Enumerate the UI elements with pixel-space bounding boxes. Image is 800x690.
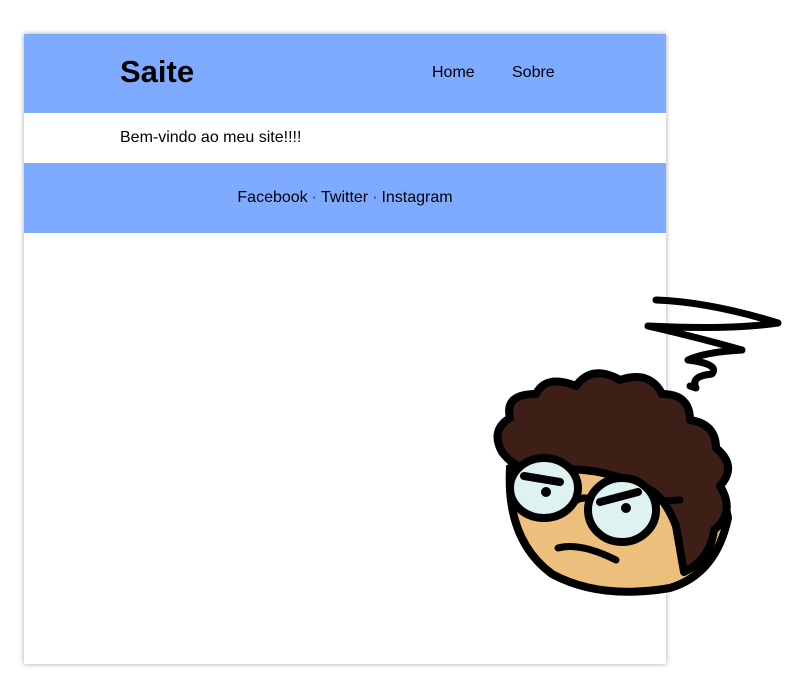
instagram-link[interactable]: Instagram	[381, 189, 452, 206]
footer-links: Facebook · Twitter · Instagram	[24, 188, 666, 207]
twitter-link[interactable]: Twitter	[321, 189, 368, 206]
welcome-text: Bem-vindo ao meu site!!!!	[120, 129, 302, 146]
nav-link-sobre[interactable]: Sobre	[512, 63, 555, 82]
nav-link-home[interactable]: Home	[432, 63, 475, 82]
site-title: Saite	[120, 54, 195, 89]
facebook-link[interactable]: Facebook	[237, 189, 307, 206]
annoyed-character-icon	[493, 296, 782, 596]
footer-separator: ·	[372, 189, 378, 206]
site-header: Saite Home Sobre	[24, 34, 666, 113]
left-pupil	[541, 487, 551, 497]
right-pupil	[621, 503, 631, 513]
scribble-mark	[644, 296, 782, 392]
site-footer: Facebook · Twitter · Instagram	[24, 163, 666, 233]
main-content: Bem-vindo ao meu site!!!!	[24, 113, 666, 163]
footer-separator: ·	[311, 189, 317, 206]
